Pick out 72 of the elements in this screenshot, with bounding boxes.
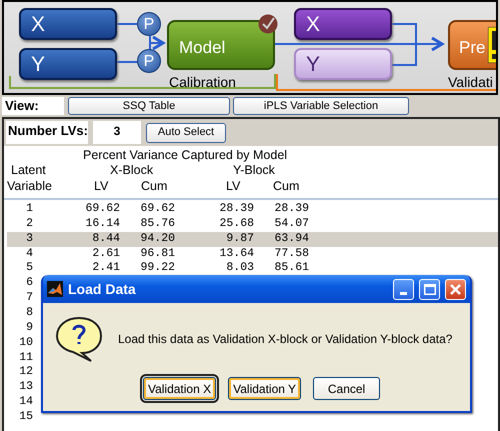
table-cell-text: 85.61 bbox=[273, 261, 309, 276]
table-cell-text: 99.22 bbox=[139, 261, 175, 276]
table-cell-text: 10 bbox=[18, 336, 33, 351]
close-icon bbox=[450, 284, 461, 294]
table-cell-text: 9 bbox=[25, 320, 33, 336]
table-cell-text: 5 bbox=[25, 261, 33, 276]
minimize-icon bbox=[400, 292, 407, 294]
table-cell-text: 9.87 bbox=[225, 232, 254, 247]
table-cell-text: 16.14 bbox=[84, 216, 120, 232]
table-cell-text: 1 bbox=[25, 202, 33, 217]
view-button[interactable]: iPLS Variable Selection bbox=[233, 97, 409, 115]
dialog-button[interactable]: Validation Y bbox=[228, 377, 302, 400]
table-cell-text: 85.76 bbox=[139, 216, 175, 232]
table-cell-text: 63.94 bbox=[273, 232, 309, 247]
table-cell-text: 14 bbox=[18, 395, 33, 410]
column-header: LV bbox=[226, 178, 240, 195]
view-button[interactable]: SSQ Table bbox=[68, 97, 230, 115]
column-header: Y-Block bbox=[233, 162, 275, 179]
table-cell-text: 8 bbox=[25, 306, 33, 321]
table-cell-text: 3 bbox=[25, 232, 33, 247]
close-button[interactable] bbox=[445, 278, 466, 300]
auto-select-button[interactable]: Auto Select bbox=[146, 122, 226, 142]
dialog-button[interactable]: Validation X bbox=[142, 377, 216, 400]
table-cell-text: 11 bbox=[18, 350, 33, 366]
minimize-button[interactable] bbox=[393, 278, 414, 300]
table-cell-text: 28.39 bbox=[218, 202, 254, 217]
table-cell-text: 15 bbox=[18, 410, 33, 425]
x-block[interactable]: X bbox=[294, 8, 392, 40]
lvs-label: Number LVs: bbox=[6, 121, 88, 144]
column-header: Cum bbox=[273, 178, 300, 195]
y-block[interactable]: Y bbox=[294, 48, 392, 80]
connector-line bbox=[117, 23, 138, 25]
table-cell-text: 6 bbox=[25, 276, 33, 292]
calibration-label: Calibration bbox=[169, 73, 236, 92]
maximize-button[interactable] bbox=[419, 278, 440, 300]
table-cell-text: 8.03 bbox=[225, 261, 254, 276]
dialog-title: Load Data bbox=[68, 280, 137, 298]
question-icon bbox=[55, 315, 103, 363]
selected-row[interactable]: 3 8.44 94.20 9.87 63.94 bbox=[7, 232, 498, 247]
column-header: LV bbox=[94, 178, 108, 195]
app-icon bbox=[47, 281, 63, 297]
column-header: Latent bbox=[11, 162, 46, 179]
column-header: Variable bbox=[7, 178, 52, 195]
y-block[interactable]: Y bbox=[19, 48, 117, 80]
validation-label: Validati bbox=[448, 73, 493, 92]
table-cell-text: 12 bbox=[18, 365, 33, 380]
table-cell-text: 77.58 bbox=[273, 246, 309, 262]
table-cell-text: 8.44 bbox=[91, 232, 120, 247]
table-cell-text: 7 bbox=[25, 291, 33, 306]
table-cell-text: 69.62 bbox=[139, 202, 175, 217]
table-cell-text: 28.39 bbox=[273, 202, 309, 217]
table-cell-text: 2.41 bbox=[91, 261, 120, 276]
table-cell-text: 4 bbox=[25, 246, 33, 262]
table-cell-text: 2 bbox=[25, 216, 33, 232]
column-header: Cum bbox=[141, 178, 168, 195]
table-cell-text: 69.62 bbox=[84, 202, 120, 217]
column-header: X-Block bbox=[110, 162, 154, 179]
view-label: View: bbox=[2, 97, 64, 115]
table-title: Percent Variance Captured by Model bbox=[83, 147, 288, 164]
dialog-message: Load this data as Validation X-block or Validation Y-block data? bbox=[118, 331, 452, 348]
connector-line bbox=[117, 61, 138, 63]
lvs-field[interactable]: 3 bbox=[93, 121, 141, 144]
table-cell-text: 2.61 bbox=[91, 246, 120, 262]
maximize-icon bbox=[424, 284, 436, 294]
table-cell-text: 96.81 bbox=[139, 246, 175, 262]
table-cell-text: 94.20 bbox=[139, 232, 175, 247]
table-cell-text: 13.64 bbox=[218, 246, 254, 262]
table-cell-text: 13 bbox=[18, 380, 33, 396]
table-cell-text: 25.68 bbox=[218, 216, 254, 232]
x-block[interactable]: X bbox=[19, 8, 117, 40]
table-cell-text: 54.07 bbox=[273, 216, 309, 232]
dialog-button[interactable]: Cancel bbox=[313, 377, 380, 400]
